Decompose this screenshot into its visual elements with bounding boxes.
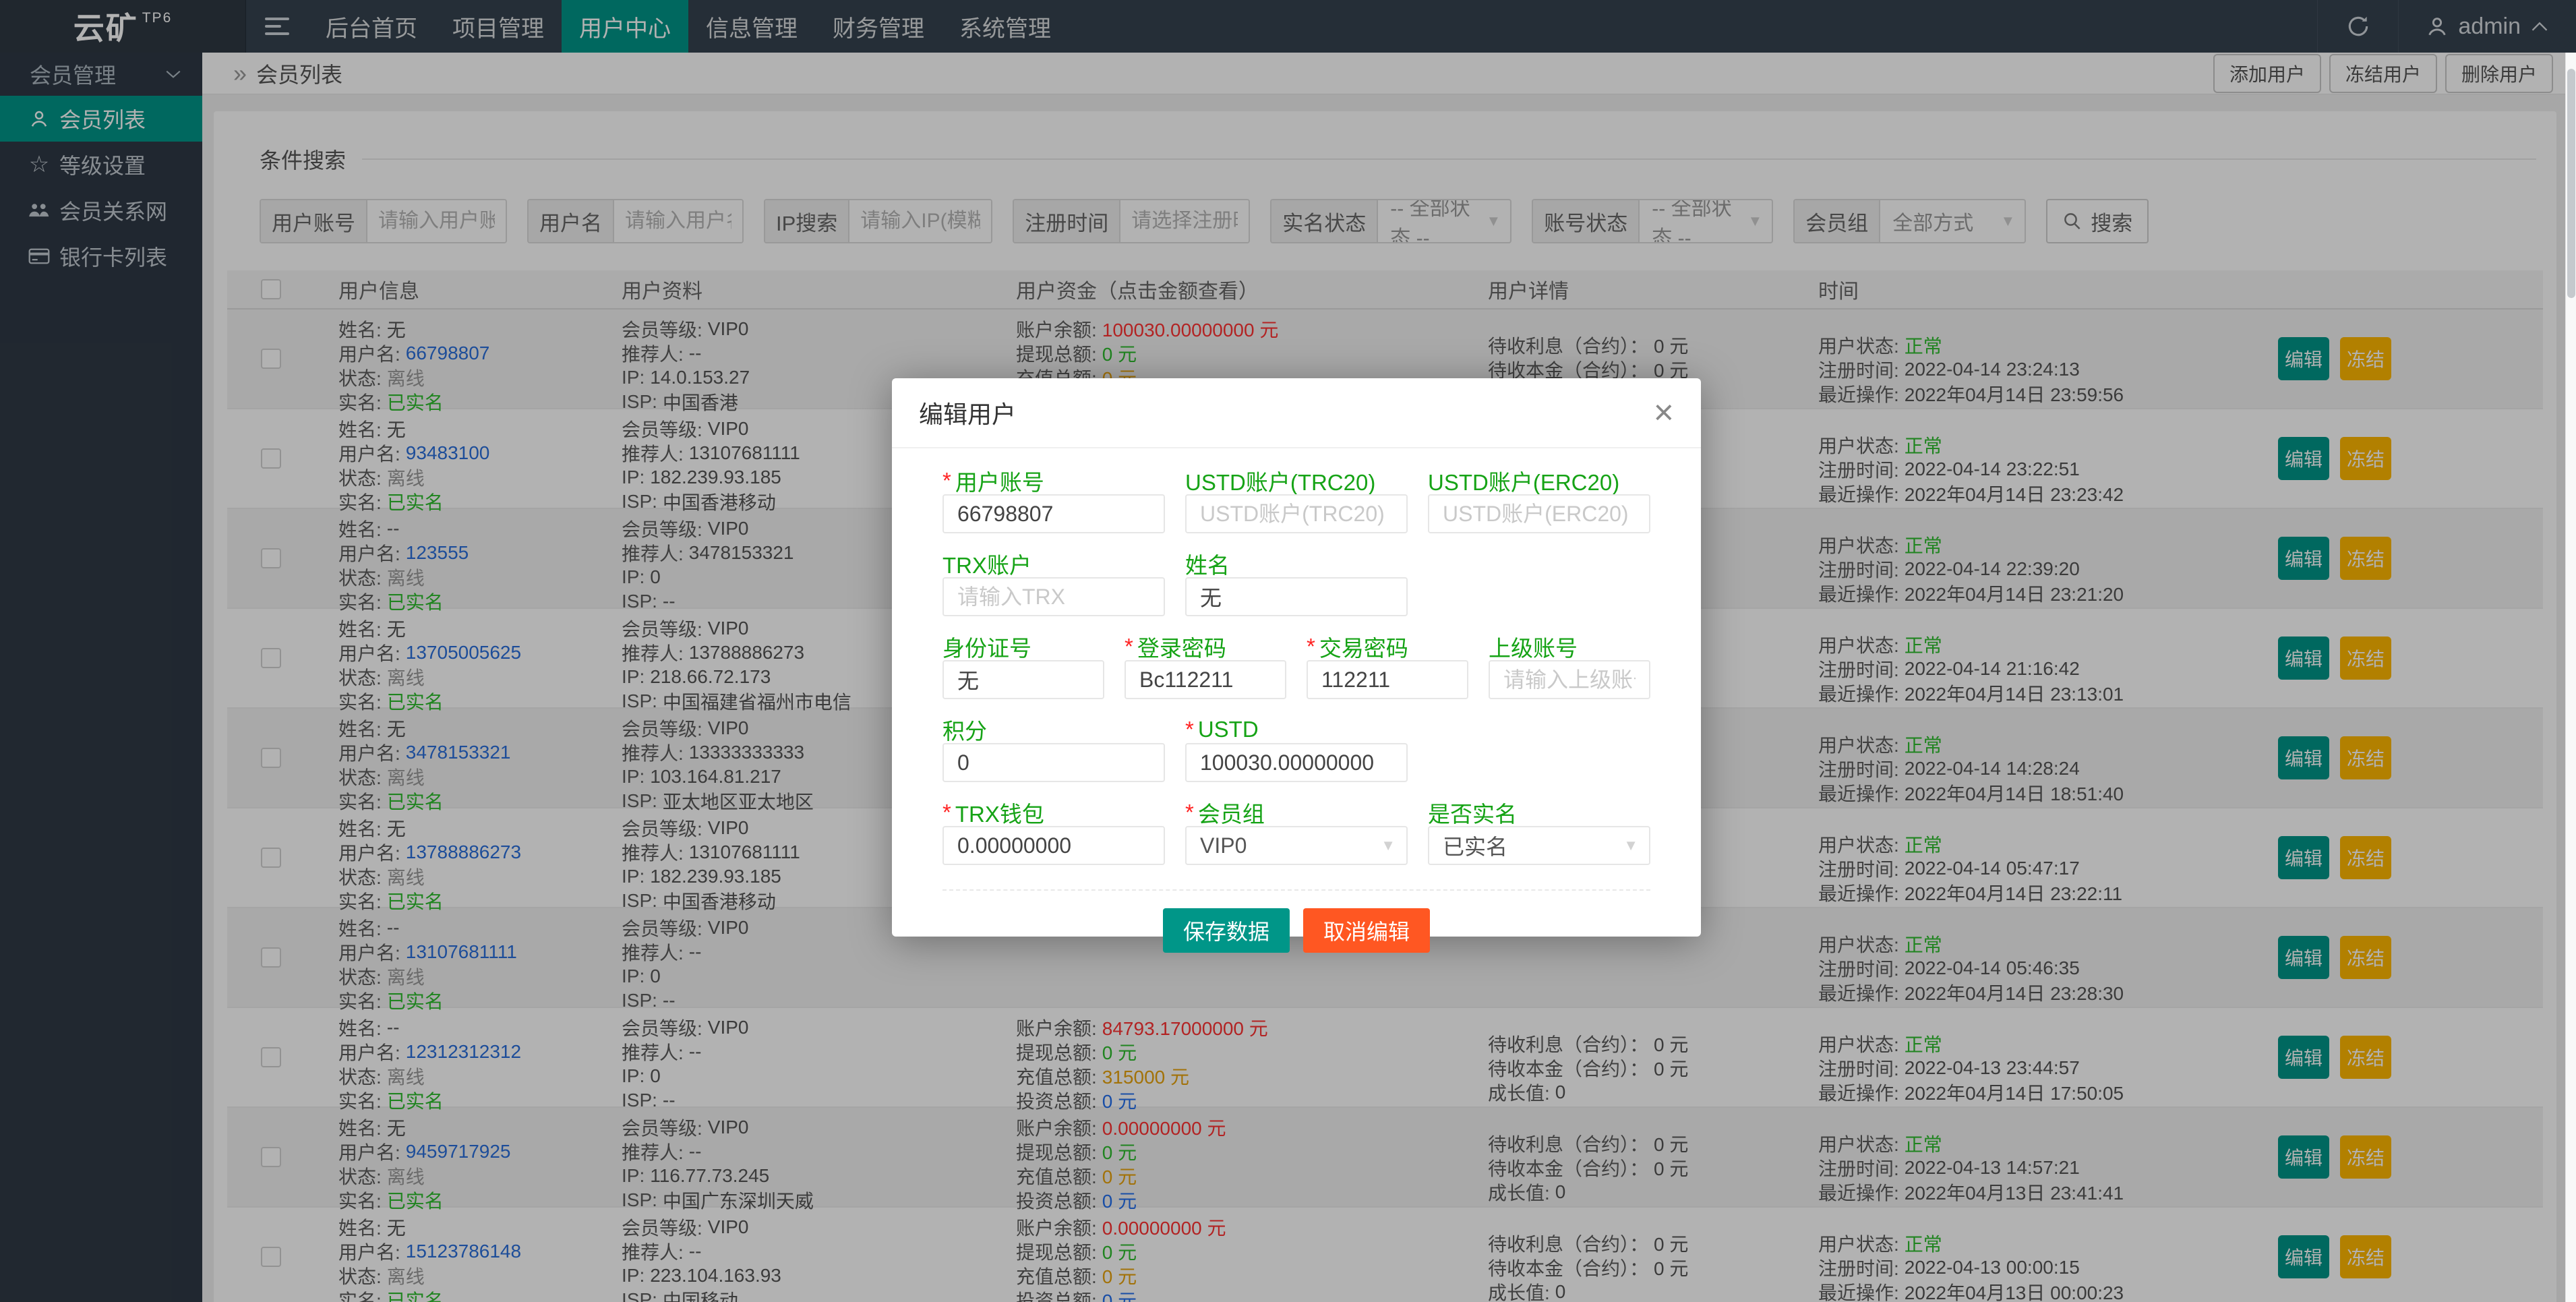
trx-account-input[interactable] xyxy=(942,577,1165,616)
scrollbar-thumb[interactable] xyxy=(2567,69,2575,298)
field-real-name: 姓名 xyxy=(1185,550,1408,616)
modal-footer: 保存数据 取消编辑 xyxy=(942,889,1650,953)
required-asterisk: * xyxy=(1307,634,1315,659)
caret-down-icon: ▼ xyxy=(1381,837,1396,854)
caret-down-icon: ▼ xyxy=(1623,837,1638,854)
field-ustd-trc20: USTD账户(TRC20) xyxy=(1185,467,1408,533)
field-ustd-erc20: USTD账户(ERC20) xyxy=(1428,467,1650,533)
field-member-group: * 会员组 VIP0 ▼ xyxy=(1185,799,1408,865)
app-root: 云矿 TP6 后台首页 项目管理 用户中心 信息管理 财务管理 系统管理 admi… xyxy=(0,0,2576,1302)
modal-body: *用户账号 USTD账户(TRC20) USTD账户(ERC20) TRX账户 xyxy=(892,448,1701,953)
account-input[interactable] xyxy=(942,494,1165,533)
id-card-input[interactable] xyxy=(942,660,1104,699)
field-login-password: * 登录密码 xyxy=(1125,633,1286,699)
close-icon[interactable]: × xyxy=(1654,395,1674,430)
modal-title-bar: 编辑用户 × xyxy=(892,378,1701,448)
member-group-select[interactable]: VIP0 ▼ xyxy=(1185,826,1408,865)
required-asterisk: * xyxy=(1185,717,1194,742)
required-asterisk: * xyxy=(942,468,951,493)
ustd-input[interactable] xyxy=(1185,743,1408,782)
save-data-button[interactable]: 保存数据 xyxy=(1162,908,1290,953)
parent-account-input[interactable] xyxy=(1489,660,1650,699)
edit-user-modal: 编辑用户 × *用户账号 USTD账户(TRC20) USTD账户(ERC20) xyxy=(892,378,1701,953)
trx-wallet-input[interactable] xyxy=(942,826,1165,865)
real-name-input[interactable] xyxy=(1185,577,1408,616)
field-ustd: * USTD xyxy=(1185,716,1408,782)
field-verified: 是否实名 已实名 ▼ xyxy=(1428,799,1650,865)
field-trx-wallet: * TRX钱包 xyxy=(942,799,1165,865)
points-input[interactable] xyxy=(942,743,1165,782)
required-asterisk: * xyxy=(1125,634,1133,659)
required-asterisk: * xyxy=(942,800,951,825)
field-trade-password: * 交易密码 xyxy=(1307,633,1468,699)
field-parent-account: 上级账号 xyxy=(1489,633,1650,699)
required-asterisk: * xyxy=(1185,800,1194,825)
trade-password-input[interactable] xyxy=(1307,660,1468,699)
cancel-edit-button[interactable]: 取消编辑 xyxy=(1303,908,1431,953)
ustd-trc20-input[interactable] xyxy=(1185,494,1408,533)
field-points: 积分 xyxy=(942,716,1165,782)
modal-title: 编辑用户 xyxy=(919,401,1017,428)
verified-select[interactable]: 已实名 ▼ xyxy=(1428,826,1650,865)
field-account: * 用户账号 xyxy=(942,467,1165,533)
field-trx-account: TRX账户 xyxy=(942,550,1165,616)
ustd-erc20-input[interactable] xyxy=(1428,494,1650,533)
field-id-card: 身份证号 xyxy=(942,633,1104,699)
vertical-scrollbar xyxy=(2565,53,2576,1302)
login-password-input[interactable] xyxy=(1125,660,1286,699)
